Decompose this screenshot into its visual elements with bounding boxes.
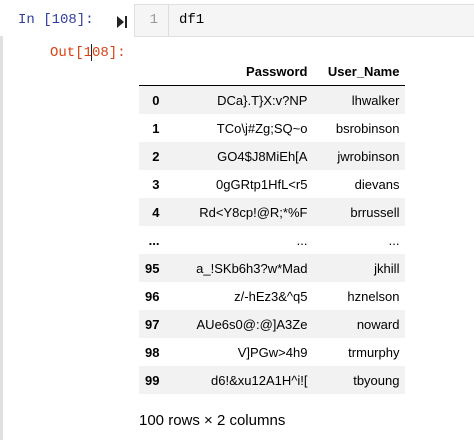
dataframe-shape: 100 rows × 2 columns bbox=[139, 412, 286, 429]
row-index: 0 bbox=[152, 92, 160, 108]
password-cell: V]PGw>4h9 bbox=[237, 344, 308, 360]
password-cell: 0gGRtp1HfL<r5 bbox=[216, 176, 308, 192]
table-row: 95 a_!SKb6h3?w*Mad jkhill bbox=[139, 254, 406, 282]
input-prompt: In [108]: bbox=[18, 12, 94, 28]
line-number: 1 bbox=[135, 5, 169, 36]
dataframe-table: Password User_Name 0 DCa}.T}X:v?NP lhwalke… bbox=[139, 58, 406, 394]
password-cell: DCa}.T}X:v?NP bbox=[217, 92, 308, 108]
table-row: 0 DCa}.T}X:v?NP lhwalker bbox=[139, 85, 406, 114]
cell-collapse-bar[interactable] bbox=[0, 36, 3, 440]
row-index: 3 bbox=[152, 176, 160, 192]
user-name-cell: jkhill bbox=[374, 260, 400, 276]
password-cell: z/-hEz3&^q5 bbox=[234, 288, 308, 304]
table-row: 97 AUe6s0@:@]A3Ze noward bbox=[139, 310, 406, 338]
table-row: 2 GO4$J8MiEh[A jwrobinson bbox=[139, 142, 406, 170]
user-name-cell: trmurphy bbox=[348, 344, 400, 360]
user-name-cell: tbyoung bbox=[353, 372, 400, 388]
row-index: 4 bbox=[152, 204, 160, 220]
row-index: ... bbox=[148, 232, 160, 248]
row-index: 2 bbox=[152, 148, 160, 164]
column-header-user-name: User_Name bbox=[313, 58, 406, 86]
row-index: 95 bbox=[145, 260, 160, 276]
password-cell: GO4$J8MiEh[A bbox=[217, 148, 308, 164]
row-index: 96 bbox=[145, 288, 160, 304]
row-index: 99 bbox=[145, 372, 160, 388]
table-row: 96 z/-hEz3&^q5 hznelson bbox=[139, 282, 405, 310]
user-name-cell: dievans bbox=[354, 176, 400, 192]
password-cell: AUe6s0@:@]A3Ze bbox=[196, 316, 308, 332]
text-cursor bbox=[91, 44, 92, 61]
password-cell: TCo\j#Zg;SQ~o bbox=[216, 120, 308, 136]
user-name-cell: bsrobinson bbox=[335, 120, 400, 136]
user-name-cell: jwrobinson bbox=[337, 148, 400, 164]
user-name-cell: hznelson bbox=[347, 288, 400, 304]
password-cell: d6!&xu12A1H^i![ bbox=[211, 372, 308, 388]
table-row: 98 V]PGw>4h9 trmurphy bbox=[139, 338, 405, 366]
user-name-cell: ... bbox=[388, 232, 400, 248]
index-header bbox=[139, 58, 166, 86]
table-row: 4 Rd<Y8cp!@R;*%F brrussell bbox=[139, 198, 406, 226]
table-row: 99 d6!&xu12A1H^i![ tbyoung bbox=[139, 366, 406, 394]
run-cell-icon[interactable] bbox=[116, 15, 128, 29]
row-index: 97 bbox=[145, 316, 160, 332]
output-prompt: Out[108]: bbox=[50, 45, 126, 61]
user-name-cell: lhwalker bbox=[351, 92, 400, 108]
table-row: 1 TCo\j#Zg;SQ~o bsrobinson bbox=[139, 114, 405, 142]
table-row: 3 0gGRtp1HfL<r5 dievans bbox=[139, 170, 405, 198]
table-row: ......... bbox=[139, 226, 405, 254]
notebook-cell: In [108]: 1 df1 Out[108]: Password User_… bbox=[0, 0, 474, 440]
table-header-row: Password User_Name bbox=[139, 58, 406, 86]
user-name-cell: noward bbox=[356, 316, 400, 332]
password-cell: Rd<Y8cp!@R;*%F bbox=[199, 204, 308, 220]
column-header-password: Password bbox=[165, 58, 314, 86]
code-editor[interactable]: 1 df1 bbox=[134, 4, 474, 37]
row-index: 1 bbox=[152, 120, 160, 136]
password-cell: a_!SKb6h3?w*Mad bbox=[196, 260, 308, 276]
password-cell: ... bbox=[296, 232, 308, 248]
user-name-cell: brrussell bbox=[350, 204, 400, 220]
code-text[interactable]: df1 bbox=[179, 5, 204, 36]
row-index: 98 bbox=[145, 344, 160, 360]
